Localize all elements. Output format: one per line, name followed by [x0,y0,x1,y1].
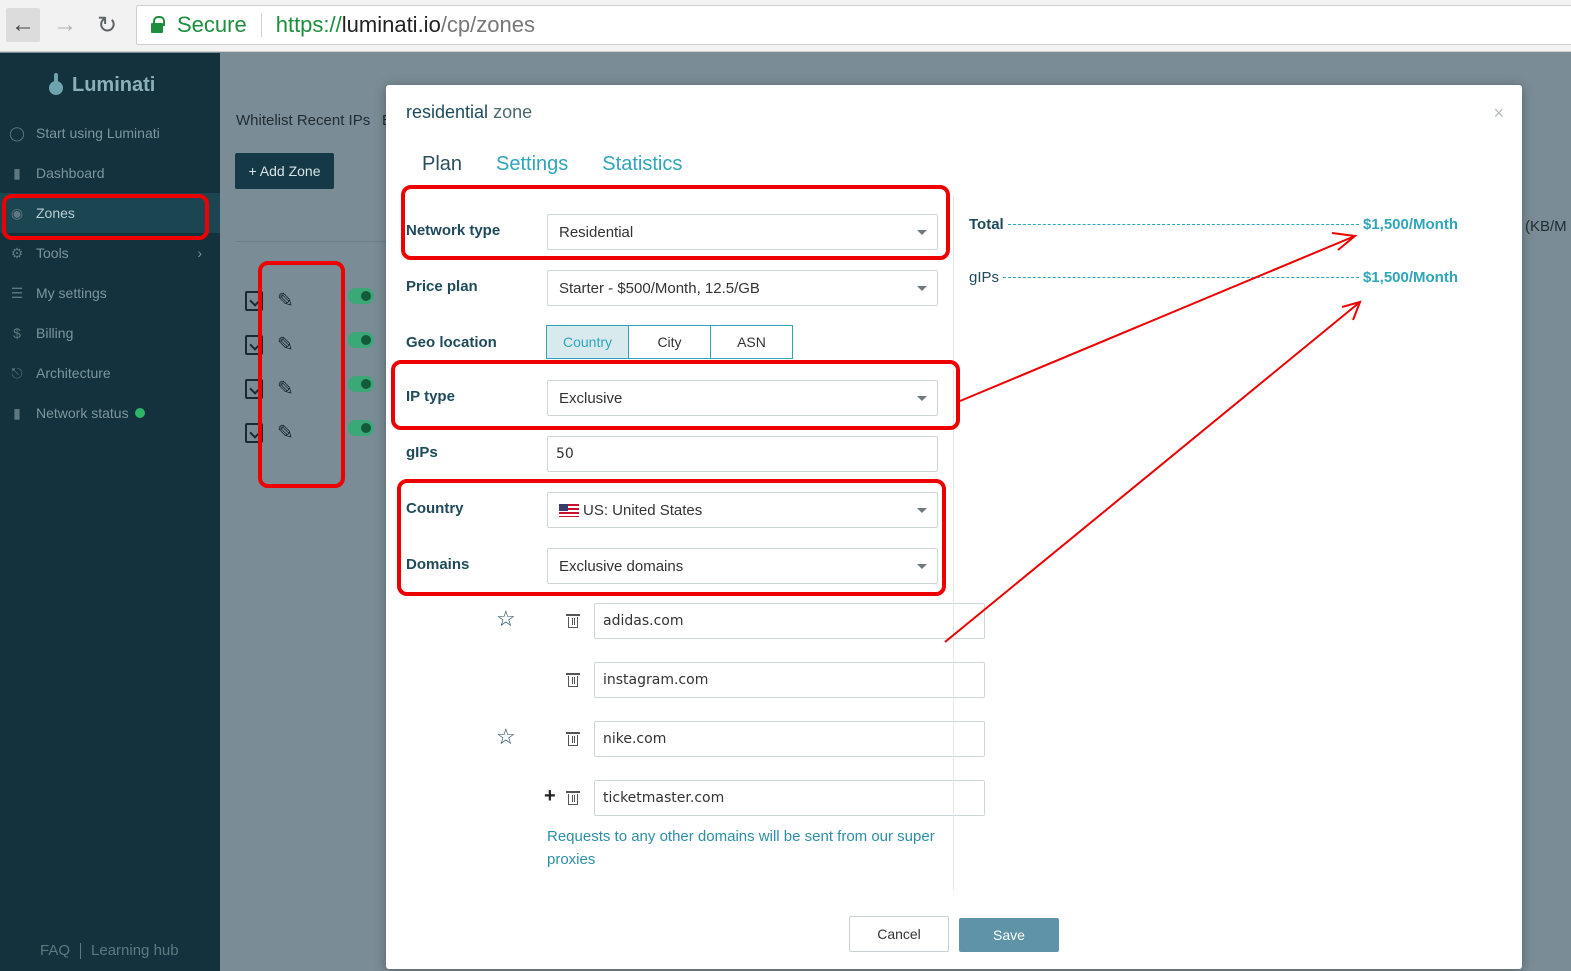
address-bar[interactable]: Secure https://luminati.io/cp/zones [136,5,1571,45]
modal-tabs: Plan Settings Statistics [422,153,716,176]
sidebar-item-label: Architecture [36,365,111,381]
luminati-logo-icon [46,73,66,97]
trash-icon[interactable] [566,673,580,687]
browser-toolbar: ← → ↻ Secure https://luminati.io/cp/zone… [0,0,1571,52]
address-separator [260,13,262,37]
sidebar-item-label: Start using Luminati [36,125,160,141]
column-divider [953,195,954,890]
bulb-icon: ◯ [9,124,25,141]
sidebar: Luminati ◯ Start using Luminati ▮ Dashbo… [0,53,220,971]
sidebar-footer: FAQ Learning hub [40,942,179,959]
url-protocol: https:// [275,12,342,37]
trash-icon[interactable] [566,614,580,628]
domain-input[interactable]: ticketmaster.com [594,780,985,816]
sidebar-item-start[interactable]: ◯ Start using Luminati [0,113,220,153]
summary-label: gIPs [969,269,1000,286]
chevron-right-icon: › [197,245,202,261]
sidebar-item-network-status[interactable]: ▮ Network status [0,393,220,433]
cancel-button[interactable]: Cancel [849,916,949,952]
brand-logo[interactable]: Luminati [46,73,155,97]
sliders-icon: ☰ [10,284,24,301]
summary-label: Total [969,216,1004,233]
footer-divider [80,942,82,959]
geo-option-asn[interactable]: ASN [710,325,793,359]
zone-toggle[interactable] [348,376,374,392]
annotation-box-country-domains [397,479,946,596]
sidebar-item-billing[interactable]: $ Billing [0,313,220,353]
domain-input[interactable]: nike.com [594,721,985,757]
sidebar-item-label: Tools [36,245,69,261]
summary-gips-row: gIPs $1,500/Month [969,269,1458,286]
annotation-box-zones [2,194,209,240]
domain-input[interactable]: adidas.com [594,603,985,639]
summary-value: $1,500/Month [1362,216,1458,233]
select-value: Starter - $500/Month, 12.5/GB [559,279,760,297]
network-icon: ⎋ [11,364,23,381]
price-plan-label: Price plan [406,278,478,295]
geo-location-toggle: Country City ASN [546,325,793,359]
learning-hub-link[interactable]: Learning hub [91,942,179,959]
zone-toggle[interactable] [348,420,374,436]
annotation-box-edit-icons [258,261,345,488]
plus-icon[interactable]: + [544,785,556,808]
summary-total-row: Total $1,500/Month [969,216,1458,233]
sidebar-item-dashboard[interactable]: ▮ Dashboard [0,153,220,193]
table-divider [236,241,386,242]
sidebar-item-label: Network status [36,405,129,421]
caret-down-icon [917,286,927,291]
tab-statistics[interactable]: Statistics [602,153,682,176]
traffic-unit-header: (KB/M [1525,218,1567,235]
gips-label: gIPs [406,444,438,461]
gear-icon: ⚙ [10,244,24,261]
zone-name: residential [406,102,489,122]
sidebar-item-my-settings[interactable]: ☰ My settings [0,273,220,313]
price-plan-select[interactable]: Starter - $500/Month, 12.5/GB [547,270,938,306]
trash-icon[interactable] [566,791,580,805]
zone-toggle[interactable] [348,288,374,304]
modal-title: residential zone [406,102,532,123]
sidebar-item-label: My settings [36,285,107,301]
geo-option-country[interactable]: Country [546,325,629,359]
domain-input[interactable]: instagram.com [594,662,985,698]
forward-arrow-icon[interactable]: → [48,8,82,42]
summary-value: $1,500/Month [1362,269,1458,286]
secure-label: Secure [177,12,247,37]
lock-icon [151,16,165,33]
tab-plan[interactable]: Plan [422,153,462,176]
tab-settings[interactable]: Settings [496,153,568,176]
trash-icon[interactable] [566,732,580,746]
domains-note: Requests to any other domains will be se… [547,828,935,868]
back-arrow-icon[interactable]: ← [6,8,40,42]
url-path: /cp/zones [440,12,535,37]
star-icon[interactable]: ☆ [496,606,516,632]
dotted-leader [1003,277,1359,278]
zone-toggle[interactable] [348,332,374,348]
annotation-box-network-type [401,185,950,260]
bar-chart-icon: ▮ [13,404,21,421]
annotation-box-ip-type [391,360,960,430]
faq-link[interactable]: FAQ [40,942,70,959]
sidebar-item-label: Billing [36,325,74,341]
status-dot-icon [134,408,145,418]
brand-name: Luminati [72,73,156,96]
close-icon[interactable]: × [1493,103,1504,124]
zone-suffix: zone [493,102,533,122]
bar-chart-icon: ▮ [13,164,21,181]
add-zone-button[interactable]: + Add Zone [235,153,334,189]
gips-input[interactable]: 50 [547,436,938,472]
reload-icon[interactable]: ↻ [90,8,124,42]
geo-location-label: Geo location [406,334,497,351]
sidebar-item-label: Dashboard [36,165,105,181]
dotted-leader [1007,224,1359,225]
whitelist-recent-ips-link[interactable]: Whitelist Recent IPs [236,112,370,129]
save-button[interactable]: Save [959,918,1059,952]
url-host: luminati.io [341,12,441,37]
star-icon[interactable]: ☆ [496,724,516,750]
geo-option-city[interactable]: City [628,325,711,359]
dollar-icon: $ [13,325,21,341]
sidebar-item-architecture[interactable]: ⎋ Architecture [0,353,220,393]
